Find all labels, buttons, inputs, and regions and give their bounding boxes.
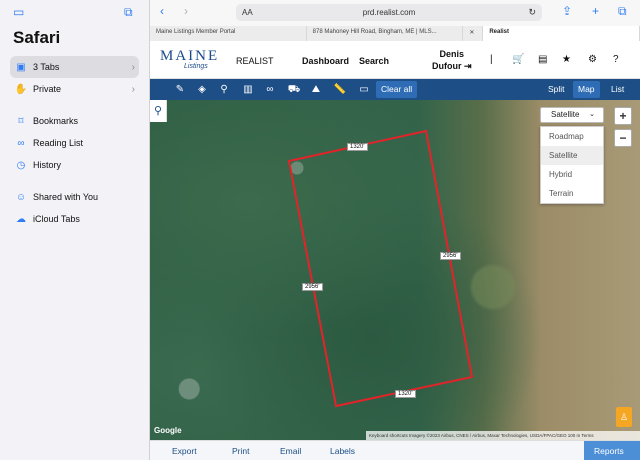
sidebar-item-icloud-tabs[interactable]: ☁ iCloud Tabs	[10, 208, 139, 230]
sidebar-item-history[interactable]: ◷ History	[10, 154, 139, 176]
hand-icon: ✋	[14, 83, 28, 95]
chevron-down-icon: ⌄	[589, 111, 595, 118]
parcel-label-bottom: 1320'	[395, 390, 416, 398]
email-button[interactable]: Email	[280, 446, 301, 456]
clock-icon: ◷	[16, 159, 26, 171]
binoculars-icon[interactable]: ∞	[262, 83, 278, 96]
comment-icon[interactable]: ▭	[356, 83, 372, 96]
car-icon[interactable]: ⛟	[286, 83, 302, 96]
map-type-menu: Roadmap Satellite Hybrid Terrain	[540, 126, 604, 204]
map-type-option-terrain[interactable]: Terrain	[541, 184, 603, 203]
user-menu[interactable]: Denis Dufour ⇥	[432, 48, 472, 72]
tab-mls-listing[interactable]: 878 Mahoney Hill Road, Bingham, ME | MLS…	[306, 26, 464, 41]
parcel-label-top: 1320'	[347, 143, 368, 151]
sidebar-item-tabs[interactable]: ▣ 3 Tabs ›	[10, 56, 139, 78]
street-view-pegman-icon[interactable]: ♙	[616, 407, 632, 427]
pin-icon[interactable]: ⚲	[216, 83, 232, 96]
cart-icon[interactable]: 🛒	[512, 54, 524, 65]
sidebar-item-label: Shared with You	[33, 192, 99, 202]
help-icon[interactable]: ?	[613, 54, 619, 65]
sidebar-item-label: Private	[33, 84, 62, 94]
gear-icon[interactable]: ⚙	[588, 54, 597, 65]
app-header: MAINE Listings REALIST Dashboard Search …	[150, 41, 640, 79]
share-icon[interactable]: ⇪	[562, 4, 572, 18]
bookmark-icon: ⌑	[18, 115, 24, 127]
sidebar-item-label: Bookmarks	[33, 116, 79, 126]
sidebar-title: Safari	[13, 28, 61, 47]
zoom-in-button[interactable]: +	[614, 107, 632, 125]
reports-button[interactable]: Reports	[584, 441, 640, 460]
new-tab-group-icon[interactable]: ⧉	[124, 6, 138, 18]
nav-search[interactable]: Search	[359, 56, 389, 66]
sidebar-item-bookmarks[interactable]: ⌑ Bookmarks	[10, 110, 139, 132]
ruler-icon[interactable]: 📏	[332, 83, 348, 96]
map-icon[interactable]: ⛰	[308, 83, 324, 96]
document-icon[interactable]: ▤	[538, 54, 547, 65]
tab-overview-icon[interactable]: ⧉	[618, 4, 627, 19]
google-logo: Google	[154, 426, 182, 435]
bottom-action-bar: Export Print Email Labels Reports	[150, 440, 640, 460]
chevron-right-icon: ›	[131, 83, 135, 95]
sidebar-toggle-icon[interactable]: ▭	[13, 6, 27, 18]
map-type-option-hybrid[interactable]: Hybrid	[541, 165, 603, 184]
sidebar-item-reading-list[interactable]: ∞ Reading List	[10, 132, 139, 154]
sidebar-item-label: iCloud Tabs	[33, 214, 80, 224]
reload-icon[interactable]: ↻	[528, 7, 536, 18]
chart-icon[interactable]: ▥	[240, 83, 256, 96]
sidebar-item-private[interactable]: ✋ Private ›	[10, 78, 139, 100]
map-type-option-roadmap[interactable]: Roadmap	[541, 127, 603, 146]
address-bar[interactable]: AA prd.realist.com ↻	[236, 4, 542, 21]
maine-listings-logo[interactable]: MAINE Listings	[160, 48, 219, 70]
view-map-button[interactable]: Map	[573, 81, 600, 98]
search-icon: ⚲	[153, 105, 163, 117]
parcel-label-left: 2956'	[302, 283, 323, 291]
draw-icon[interactable]: ✎	[172, 83, 188, 96]
people-icon: ☺	[15, 191, 27, 203]
view-list-button[interactable]: List	[606, 81, 629, 98]
tab-realist[interactable]: Realist	[483, 26, 640, 41]
logout-icon[interactable]: ⇥	[464, 61, 472, 71]
user-first-name: Denis	[439, 49, 465, 59]
map-type-option-satellite[interactable]: Satellite	[541, 146, 603, 165]
clear-all-button[interactable]: Clear all	[376, 81, 418, 98]
tab-maine-listings[interactable]: Maine Listings Member Portal	[150, 26, 307, 41]
export-button[interactable]: Export	[172, 446, 197, 456]
map-attribution: Keyboard shortcuts Imagery ©2023 Airbus,…	[366, 431, 640, 440]
sidebar-item-shared-with-you[interactable]: ☺ Shared with You	[10, 186, 139, 208]
labels-button[interactable]: Labels	[330, 446, 355, 456]
user-last-name: Dufour	[432, 61, 462, 71]
view-split-button[interactable]: Split	[543, 81, 570, 98]
screen: ▭ ⧉ Safari ▣ 3 Tabs › ✋ Private › ⌑ Book…	[0, 0, 640, 460]
map-type-selected: Satellite	[551, 110, 580, 119]
app-name: REALIST	[236, 56, 274, 66]
print-button[interactable]: Print	[232, 446, 249, 456]
map-toolbar: ✎ ◈ ⚲ ▥ ∞ ⛟ ⛰ 📏 ▭ Clear all Split Map Li…	[150, 79, 640, 100]
chevron-right-icon: ›	[131, 61, 135, 73]
glasses-icon: ∞	[17, 137, 25, 149]
back-icon[interactable]: ‹	[160, 4, 164, 18]
map-search-toggle[interactable]: ⚲	[150, 100, 167, 122]
parcel-label-right: 2956'	[440, 252, 461, 260]
layers-icon[interactable]: ◈	[194, 83, 210, 96]
star-icon[interactable]: ★	[562, 54, 571, 65]
nav-dashboard[interactable]: Dashboard	[302, 56, 349, 66]
tab-close-icon[interactable]: ✕	[463, 26, 484, 41]
tab-bar: Maine Listings Member Portal 878 Mahoney…	[150, 26, 640, 41]
url-text: prd.realist.com	[362, 8, 416, 17]
satellite-map[interactable]: 1320' 2956' 2956' 1320' Satellite ⌄ Road…	[150, 100, 640, 440]
map-type-dropdown[interactable]: Satellite ⌄	[540, 107, 604, 123]
zoom-out-button[interactable]: −	[614, 129, 632, 147]
sidebar-top-bar: ▭ ⧉	[0, 0, 149, 26]
browser-chrome: ‹ › AA prd.realist.com ↻ ⇪ + ⧉ Maine Lis…	[150, 0, 640, 41]
sidebar-item-label: 3 Tabs	[33, 62, 60, 72]
cloud-icon: ☁	[16, 213, 26, 225]
safari-sidebar: ▭ ⧉ Safari ▣ 3 Tabs › ✋ Private › ⌑ Book…	[0, 0, 150, 460]
divider-icon: |	[490, 54, 493, 65]
forward-icon[interactable]: ›	[184, 4, 188, 18]
parcel-boundary[interactable]	[287, 129, 474, 408]
sidebar-item-label: Reading List	[33, 138, 84, 148]
add-tab-icon[interactable]: +	[592, 4, 599, 18]
sidebar-item-label: History	[33, 160, 62, 170]
tabs-icon: ▣	[16, 61, 26, 73]
